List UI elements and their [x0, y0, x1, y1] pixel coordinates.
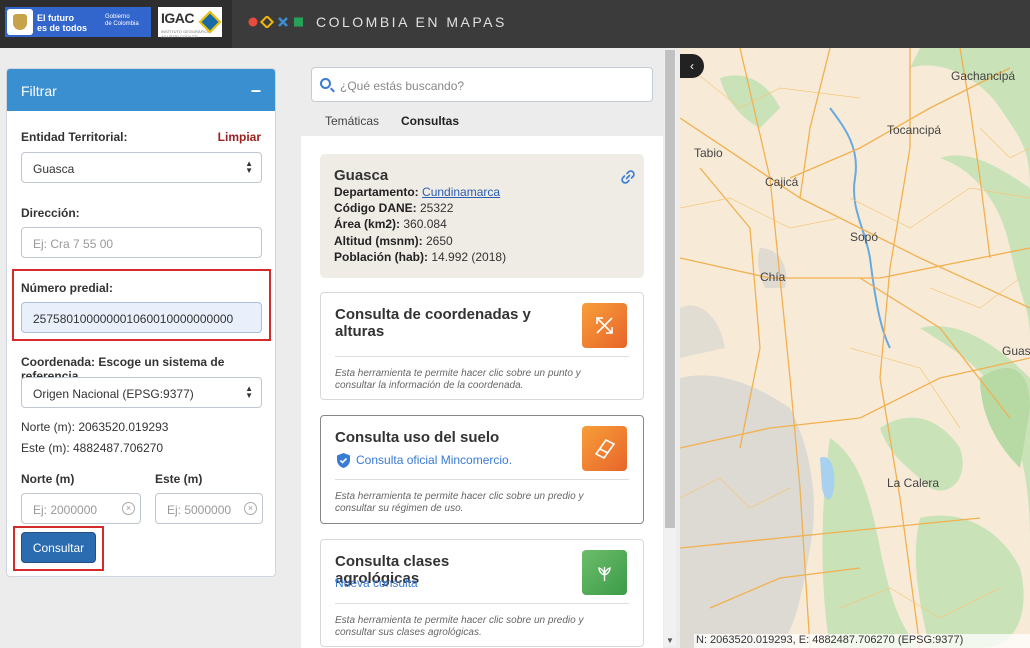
search-placeholder: ¿Qué estás buscando? — [340, 79, 465, 93]
brand-shapes-icon — [248, 16, 303, 28]
map-label: Cajicá — [765, 175, 799, 189]
card-subtitle[interactable]: Nueva consulta — [335, 576, 418, 590]
este-readout: Este (m): 4882487.706270 — [21, 441, 164, 455]
gov-co-logo[interactable]: El futuro es de todos Gobierno de Colombia — [5, 7, 151, 37]
gov-sub2: de Colombia — [105, 21, 139, 27]
card-description: Esta herramienta te permite hacer clic s… — [335, 368, 581, 391]
norte-readout: Norte (m): 2063520.019293 — [21, 420, 169, 434]
area-label: Área (km2): — [334, 217, 401, 231]
card-description: Esta herramienta te permite hacer clic s… — [335, 491, 584, 514]
shield-check-icon — [337, 453, 350, 468]
entity-value: Guasca — [33, 162, 75, 176]
link-icon[interactable] — [621, 170, 635, 184]
search-icon — [320, 78, 331, 89]
card-title: Consulta de coordenadas y alturas — [335, 306, 531, 340]
address-input[interactable]: Ej: Cra 7 55 00 — [21, 227, 262, 258]
map-label: Chía — [760, 270, 786, 284]
scrollbar-thumb[interactable] — [665, 50, 675, 528]
map-label: Tabio — [694, 146, 723, 160]
municipality-info: Guasca Departamento: Cundinamarca Código… — [320, 154, 644, 278]
entity-label: Entidad Territorial: — [21, 130, 128, 144]
card-title: Consulta uso del suelo — [335, 429, 500, 446]
map-label: Gachancipá — [951, 69, 1016, 83]
collapse-icon[interactable]: – — [251, 80, 261, 101]
norte-label: Norte (m) — [21, 472, 75, 486]
gov-sub1: Gobierno — [105, 14, 130, 20]
eraser-icon — [582, 426, 627, 471]
map-label: Sopó — [850, 230, 879, 244]
igac-subtitle: INSTITUTO GEOGRÁFICO AGUSTÍN CODAZZI — [161, 29, 211, 39]
gov-line1: El futuro — [37, 13, 74, 23]
dept-label: Departamento: — [334, 185, 419, 199]
side-panel: ¿Qué estás buscando? Temáticas Consultas… — [301, 48, 678, 648]
address-label: Dirección: — [21, 206, 80, 220]
este-label: Este (m) — [155, 472, 203, 486]
card-subtitle[interactable]: Consulta oficial Mincomercio. — [356, 453, 512, 467]
entity-select[interactable]: Guasca ▲ ▼ — [21, 152, 262, 183]
filter-panel: Filtrar – Entidad Territorial: Limpiar G… — [6, 68, 276, 577]
select-arrows-icon: ▲ ▼ — [245, 159, 253, 175]
app-title[interactable]: COLOMBIA EN MAPAS — [316, 14, 507, 30]
map-basemap — [680, 48, 1030, 648]
consultar-button[interactable]: Consultar — [21, 532, 96, 563]
altitude-value: 2650 — [426, 234, 453, 248]
population-label: Población (hab): — [334, 250, 428, 264]
plant-icon — [582, 550, 627, 595]
clear-icon[interactable]: × — [122, 502, 135, 515]
scrollbar[interactable]: ▼ — [664, 50, 676, 646]
scroll-down-icon[interactable]: ▼ — [666, 636, 674, 645]
igac-logo[interactable]: IGAC INSTITUTO GEOGRÁFICO AGUSTÍN CODAZZ… — [158, 7, 222, 39]
card-coordinates[interactable]: Consulta de coordenadas y alturas Esta h… — [320, 292, 644, 400]
altitude-label: Altitud (msnm): — [334, 234, 423, 248]
dept-link[interactable]: Cundinamarca — [422, 185, 500, 199]
divider — [335, 603, 629, 604]
divider — [335, 356, 629, 357]
crs-value: Origen Nacional (EPSG:9377) — [33, 387, 194, 401]
map-label: Guasca — [1002, 344, 1030, 358]
este-placeholder: Ej: 5000000 — [167, 503, 232, 517]
norte-placeholder: Ej: 2000000 — [33, 503, 98, 517]
municipality-name: Guasca — [334, 167, 389, 184]
clear-icon[interactable]: × — [244, 502, 257, 515]
chevron-left-icon[interactable]: ‹ — [680, 54, 704, 78]
gov-line2: es de todos — [37, 23, 88, 33]
parcel-label: Número predial: — [21, 281, 114, 295]
este-input[interactable]: Ej: 5000000 × — [155, 493, 263, 524]
dane-value: 25322 — [420, 201, 454, 215]
arrows-icon — [582, 303, 627, 348]
card-land-use[interactable]: Consulta uso del suelo Consulta oficial … — [320, 415, 644, 524]
crs-select[interactable]: Origen Nacional (EPSG:9377) ▲ ▼ — [21, 377, 262, 408]
parcel-value: 257580100000001060010000000000 — [33, 312, 234, 326]
coat-of-arms-icon — [7, 9, 33, 35]
tab-tematicas[interactable]: Temáticas — [325, 114, 379, 128]
top-bar: El futuro es de todos Gobierno de Colombia… — [0, 0, 1030, 48]
government-logos: El futuro es de todos Gobierno de Colombia… — [0, 0, 232, 48]
search-input[interactable]: ¿Qué estás buscando? — [311, 67, 653, 102]
parcel-input[interactable]: 257580100000001060010000000000 — [21, 302, 262, 333]
map-label: Tocancipá — [887, 123, 942, 137]
map-coordinates: N: 2063520.019293, E: 4882487.706270 (EP… — [694, 634, 1030, 648]
igac-name: IGAC — [161, 10, 195, 26]
area-value: 360.084 — [403, 217, 447, 231]
population-value: 14.992 (2018) — [431, 250, 507, 264]
filter-header[interactable]: Filtrar – — [7, 69, 275, 111]
address-placeholder: Ej: Cra 7 55 00 — [33, 237, 114, 251]
norte-input[interactable]: Ej: 2000000 × — [21, 493, 141, 524]
card-description: Esta herramienta te permite hacer clic s… — [335, 615, 584, 638]
clear-link[interactable]: Limpiar — [218, 130, 261, 144]
select-arrows-icon: ▲ ▼ — [245, 384, 253, 400]
map-label: La Calera — [887, 476, 940, 490]
dane-label: Código DANE: — [334, 201, 417, 215]
card-agrological[interactable]: Consulta clases agrológicas Nueva consul… — [320, 539, 644, 647]
map[interactable]: Gachancipá Tocancipá Tabio Cajicá Sopó C… — [680, 48, 1030, 648]
divider — [335, 479, 629, 480]
filter-title: Filtrar — [21, 83, 57, 99]
